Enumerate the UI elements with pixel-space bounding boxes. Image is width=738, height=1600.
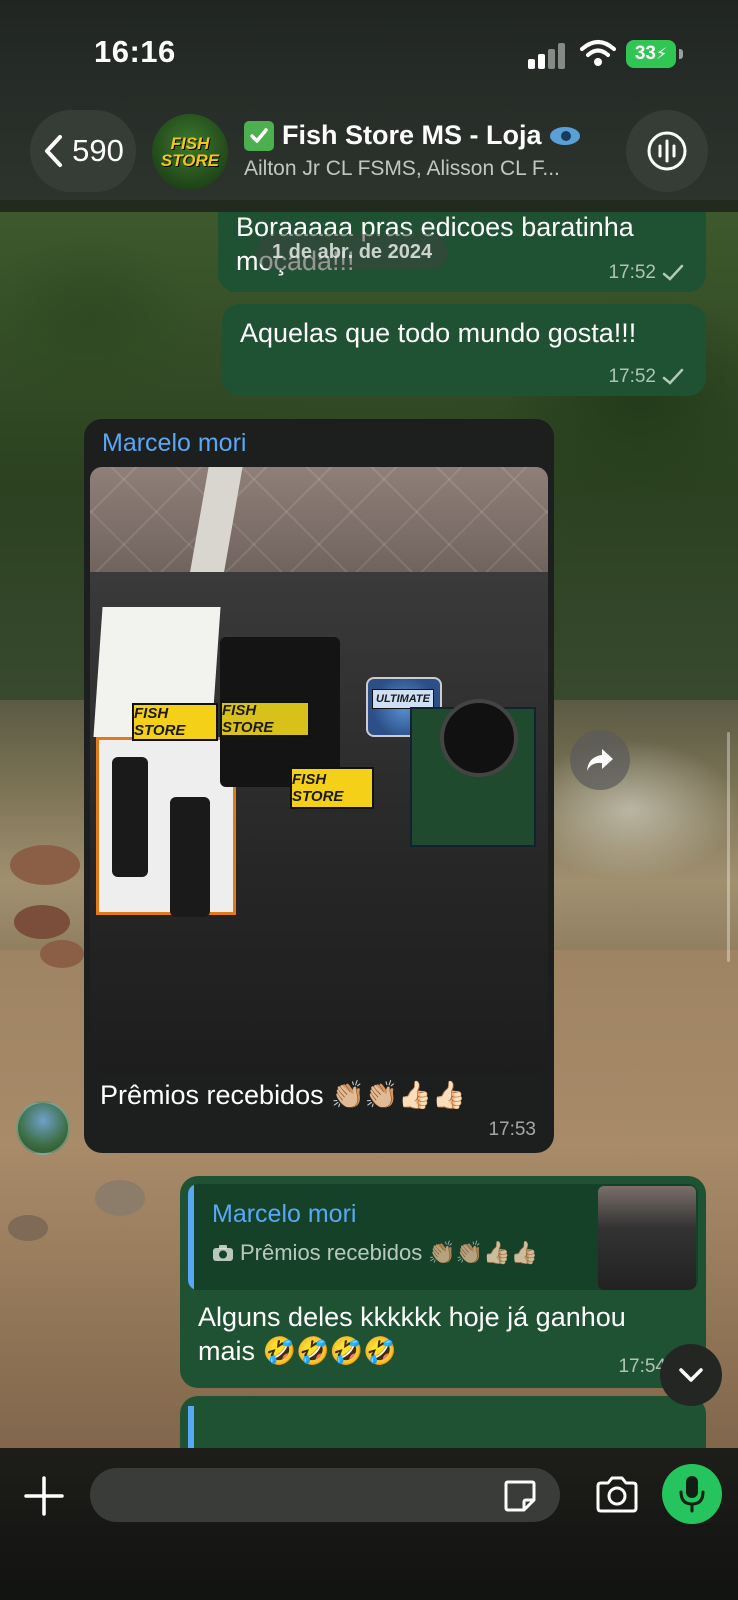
verified-check-icon [244,120,274,151]
quoted-photo-thumbnail [598,1186,696,1290]
message-text: Aquelas que todo mundo gosta!!! [240,318,637,348]
message-time: 17:52 [608,262,656,283]
battery-level: 33 [634,43,656,64]
message-time: 17:54 [618,1356,666,1377]
share-forward-icon [587,749,613,771]
sticker-icon[interactable] [502,1478,538,1514]
incoming-photo-message[interactable]: Marcelo mori FISH STORE FISH STORE FISH … [84,419,554,1153]
photo-line-label: ULTIMATE [372,689,434,709]
audio-call-icon [647,131,687,171]
message-text: Alguns deles kkkkkk hoje já ganhou mais … [198,1302,626,1366]
message-input[interactable] [90,1468,560,1522]
avatar-logo-line-2: STORE [160,151,220,170]
sender-name[interactable]: Marcelo mori [102,429,246,458]
message-time: 17:53 [488,1119,536,1140]
outgoing-reply-message[interactable]: Marcelo mori Prêmios recebidos 👏🏼👏🏼👍🏻👍🏻 … [180,1176,706,1388]
date-separator: 1 de abr. de 2024 [256,234,449,270]
camera-icon[interactable] [594,1476,640,1514]
microphone-icon [679,1476,705,1513]
wifi-icon [580,40,616,66]
photo-reel [440,699,518,777]
photo-sticker: FISH STORE [220,701,310,737]
photo-sticker: FISH STORE [290,767,374,809]
avatar-logo-line-1: FISH [170,134,210,153]
group-info[interactable]: Fish Store MS - Loja Ailton Jr CL FSMS, … [244,120,604,181]
back-button[interactable]: 590 [30,110,136,192]
battery-indicator: 33 ⚡ [626,40,676,68]
photo-sticker: FISH STORE [132,703,218,741]
group-title-row: Fish Store MS - Loja [244,120,604,151]
audio-call-button[interactable] [626,110,708,192]
battery-nub [679,49,683,59]
message-meta: 17:54 [618,1356,666,1378]
status-bar: 16:16 33 ⚡ [0,0,738,100]
quoted-text: Prêmios recebidos 👏🏼👏🏼👍🏻👍🏻 [240,1240,538,1265]
plus-icon[interactable] [22,1474,66,1518]
sent-check-icon [662,264,684,281]
cellular-signal-icon [528,43,566,69]
forward-button[interactable] [570,730,630,790]
quoted-sender: Marcelo mori [212,1200,357,1228]
eye-emoji-icon [549,126,580,145]
back-chevron-icon [45,135,63,167]
prize-photo[interactable]: FISH STORE FISH STORE FISH STORE ULTIMAT… [90,467,548,1075]
voice-message-button[interactable] [662,1464,722,1524]
outgoing-message-partial[interactable] [180,1396,706,1448]
sender-avatar[interactable] [16,1101,70,1155]
camera-small-icon [213,1245,233,1261]
quoted-message[interactable]: Marcelo mori Prêmios recebidos 👏🏼👏🏼👍🏻👍🏻 [188,1184,698,1290]
group-members: Ailton Jr CL FSMS, Alisson CL F... [244,157,560,180]
message-composer [0,1448,738,1600]
status-time: 16:16 [94,34,176,69]
message-meta: 17:52 [608,262,684,284]
unread-count: 590 [72,133,124,168]
message-time: 17:52 [608,366,656,387]
sent-check-icon [662,368,684,385]
message-meta: 17:52 [608,366,684,388]
photo-caption: Prêmios recebidos 👏🏼👏🏼👍🏻👍🏻 [100,1080,466,1110]
quoted-text-row: Prêmios recebidos 👏🏼👏🏼👍🏻👍🏻 [212,1240,538,1266]
outgoing-message[interactable]: Aquelas que todo mundo gosta!!! 17:52 [222,304,706,396]
scroll-to-bottom-button[interactable] [660,1344,722,1406]
group-avatar[interactable]: FISH STORE [152,114,228,190]
chat-messages[interactable]: Boraaaaa pras edicoes baratinha moçada!!… [0,212,738,1448]
chevron-down-icon [679,1368,703,1382]
group-name: Fish Store MS - Loja [282,120,542,150]
scrollbar[interactable] [727,732,730,962]
